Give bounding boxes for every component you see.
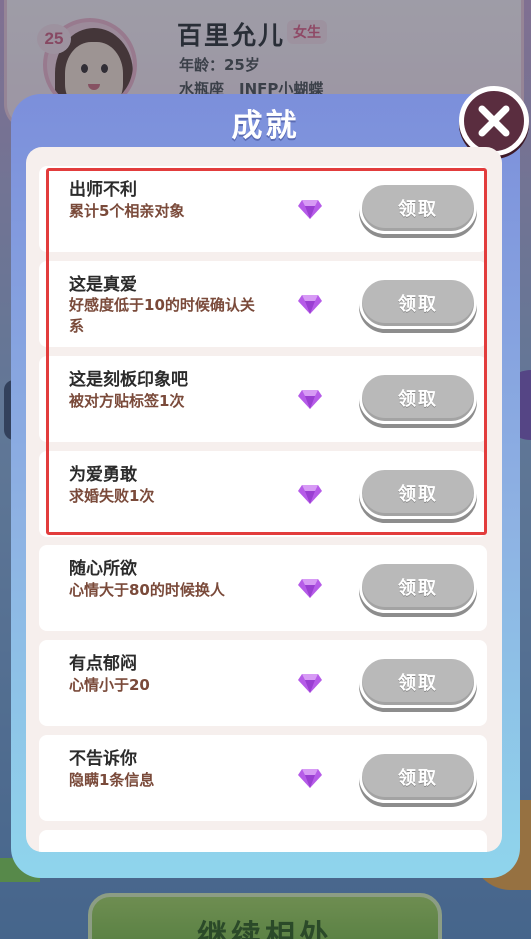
achievement-row: 有点郁闷 心情小于20 领取 [39, 640, 487, 726]
claim-button[interactable]: 领取 [359, 751, 477, 803]
achievement-description: 心情大于80的时候换人 [69, 581, 225, 599]
close-button[interactable] [459, 86, 529, 156]
achievement-description: 隐瞒1条信息 [69, 771, 155, 789]
modal-title: 成就 [231, 108, 300, 144]
claim-button[interactable]: 领取 [359, 656, 477, 708]
claim-button[interactable]: 领取 [359, 561, 477, 613]
diamond-gem-icon [298, 769, 322, 788]
close-icon [478, 105, 510, 137]
achievement-row: 不告诉你 隐瞒1条信息 领取 [39, 735, 487, 821]
diamond-gem-icon [298, 579, 322, 598]
achievement-description: 心情小于20 [69, 676, 150, 694]
highlight-box [46, 168, 487, 535]
achievement-title: 随心所欲 [69, 559, 137, 579]
diamond-gem-icon [298, 674, 322, 693]
achievement-row: 随心所欲 心情大于80的时候换人 领取 [39, 545, 487, 631]
achievement-title: 不告诉你 [69, 749, 137, 769]
achievement-title: 有点郁闷 [69, 654, 137, 674]
achievement-row-partial [39, 830, 487, 852]
